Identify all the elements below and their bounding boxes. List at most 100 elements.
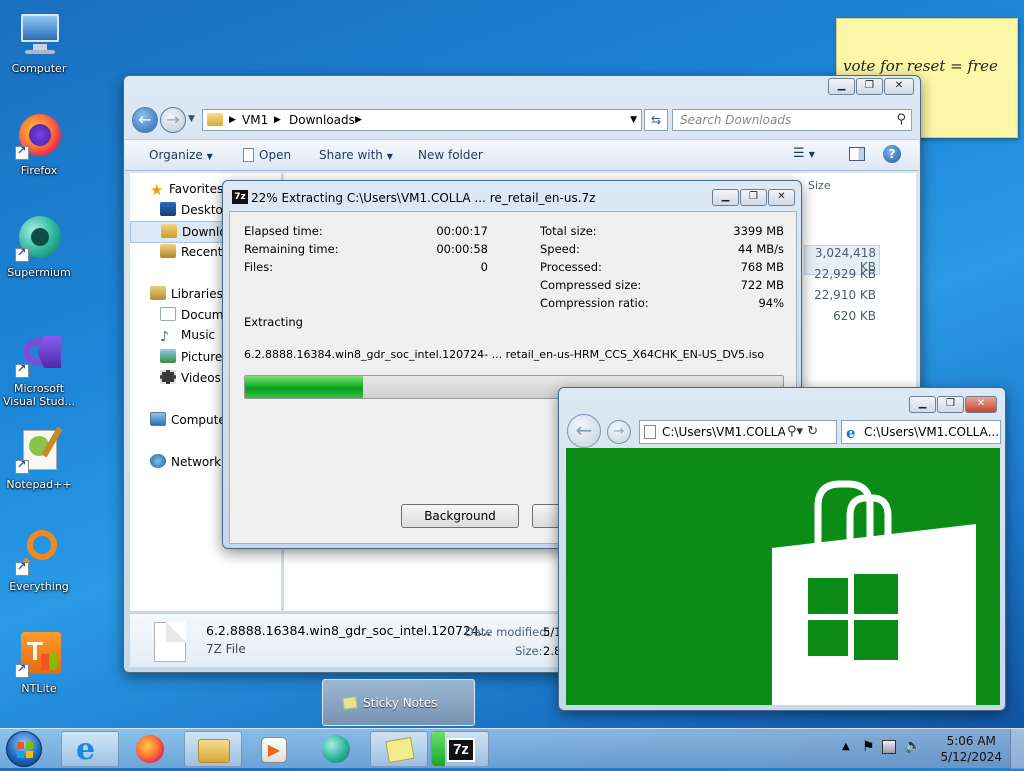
shortcut-arrow-icon xyxy=(15,144,29,160)
compression-ratio-label: Compression ratio: xyxy=(540,296,649,310)
help-icon[interactable]: ? xyxy=(883,145,901,163)
documents-icon xyxy=(160,307,176,321)
taskbar: e ▶ 7z ▲ ⚑ 🔈 5:06 AM 5/12/2024 xyxy=(0,728,1024,769)
column-header-size[interactable]: Size xyxy=(808,179,831,192)
open-button[interactable]: Open xyxy=(243,148,291,162)
refresh-icon[interactable]: ↻ xyxy=(807,424,818,439)
videos-icon xyxy=(160,370,176,384)
desktop-icon-supermium[interactable]: Supermium xyxy=(0,214,78,279)
maximize-button[interactable]: ❐ xyxy=(937,396,964,413)
desktop-icon-computer[interactable]: Computer xyxy=(0,10,78,75)
search-icon[interactable]: ⚲▾ ↻ xyxy=(785,424,835,439)
desktop-folder-icon xyxy=(160,202,176,216)
browser-tab[interactable]: e C:\Users\VM1.COLLA... xyxy=(841,420,1001,444)
taskbar-media-player[interactable]: ▶ xyxy=(245,731,303,767)
browser-address-text[interactable]: C:\Users\VM1.COLLAE xyxy=(662,425,793,439)
taskbar-supermium[interactable] xyxy=(307,731,365,767)
details-date-label: Date modified: xyxy=(465,625,551,639)
maximize-button[interactable]: ❐ xyxy=(740,189,767,206)
minimize-button[interactable]: ▁ xyxy=(828,78,855,95)
sticky-notes-icon xyxy=(385,736,415,764)
close-button[interactable]: ✕ xyxy=(884,78,914,95)
address-row: ← → ▼ ▶ VM1 ▶ Downloads ▶ ▼ ⇆ Search Dow… xyxy=(130,106,914,134)
nav-label: Music xyxy=(181,328,216,342)
forward-button[interactable]: → xyxy=(160,107,186,133)
nav-computer[interactable]: Compute xyxy=(150,412,226,427)
breadcrumb-separator[interactable]: ▶ xyxy=(274,115,281,125)
taskbar-thumbnail-sticky-notes[interactable]: Sticky Notes xyxy=(322,679,475,726)
maximize-button[interactable]: ❐ xyxy=(856,78,883,95)
share-with-button[interactable]: Share with ▼ xyxy=(319,148,393,162)
breadcrumb-downloads[interactable]: Downloads xyxy=(289,113,355,127)
system-clock[interactable]: 5:06 AM 5/12/2024 xyxy=(940,733,1002,765)
compressed-size-label: Compressed size: xyxy=(540,278,642,292)
desktop-icon-notepadpp[interactable]: Notepad++ xyxy=(0,426,78,491)
processed-label: Processed: xyxy=(540,260,602,274)
nav-desktop[interactable]: Desktop xyxy=(160,202,231,217)
current-file-name: 6.2.8888.16384.win8_gdr_soc_intel.120724… xyxy=(244,348,765,361)
nav-network[interactable]: Network xyxy=(150,454,221,469)
recent-pages-dropdown[interactable]: ▼ xyxy=(188,114,195,124)
breadcrumb-separator[interactable]: ▶ xyxy=(355,115,362,125)
address-dropdown-icon[interactable]: ▼ xyxy=(630,115,637,125)
notepadpp-icon xyxy=(15,426,63,474)
details-size-label: Size: xyxy=(515,644,543,658)
files-label: Files: xyxy=(244,260,274,274)
status-text: Extracting xyxy=(244,315,303,329)
background-button[interactable]: Background xyxy=(401,504,519,528)
start-button[interactable] xyxy=(6,731,42,767)
nav-pictures[interactable]: Pictures xyxy=(160,349,229,364)
browser-content[interactable] xyxy=(566,448,1000,705)
system-tray: ▲ ⚑ 🔈 5:06 AM 5/12/2024 xyxy=(834,729,1024,769)
ie-icon: e xyxy=(76,732,96,767)
close-button[interactable]: ✕ xyxy=(768,189,795,206)
taskbar-sticky-notes[interactable] xyxy=(370,731,428,767)
clock-date: 5/12/2024 xyxy=(940,750,1002,764)
breadcrumb-separator[interactable]: ▶ xyxy=(229,115,236,125)
browser-window[interactable]: ▁ ❐ ✕ ← → C:\Users\VM1.COLLAE ⚲▾ ↻ e C:\… xyxy=(558,387,1006,711)
new-folder-button[interactable]: New folder xyxy=(418,148,483,162)
taskbar-ie[interactable]: e xyxy=(61,731,119,767)
desktop-icon-visual-studio[interactable]: Microsoft Visual Stud... xyxy=(0,330,78,408)
sticky-note-text[interactable]: vote for reset = free xyxy=(843,57,998,75)
nav-music[interactable]: ♪ Music xyxy=(160,328,216,345)
windows-store-logo xyxy=(772,480,976,705)
address-bar[interactable]: ▶ VM1 ▶ Downloads ▶ ▼ xyxy=(202,109,642,131)
volume-muted-icon[interactable]: 🔈 xyxy=(904,738,921,754)
taskbar-explorer[interactable] xyxy=(184,731,242,767)
nav-label: Videos xyxy=(181,371,221,385)
remaining-label: Remaining time: xyxy=(244,242,339,256)
nav-favorites[interactable]: ★ Favorites xyxy=(150,181,224,199)
view-options-icon[interactable]: ☰ ▼ xyxy=(793,146,815,161)
desktop-icon-firefox[interactable]: Firefox xyxy=(0,112,78,177)
close-button[interactable]: ✕ xyxy=(965,396,997,413)
refresh-button[interactable]: ⇆ xyxy=(644,109,668,131)
nav-libraries[interactable]: Libraries xyxy=(150,286,223,301)
action-center-flag-icon[interactable]: ⚑ xyxy=(862,739,875,755)
search-placeholder: Search Downloads xyxy=(680,113,792,127)
minimize-button[interactable]: ▁ xyxy=(909,396,936,413)
desktop-icon-everything[interactable]: Everything xyxy=(0,528,78,593)
page-icon xyxy=(644,425,656,439)
computer-icon xyxy=(15,10,63,58)
back-button[interactable]: ← xyxy=(132,107,158,133)
nav-videos[interactable]: Videos xyxy=(160,370,221,385)
network-tray-icon[interactable] xyxy=(882,740,896,754)
breadcrumb-vm1[interactable]: VM1 xyxy=(242,113,268,127)
taskbar-firefox[interactable] xyxy=(122,731,180,767)
show-desktop-button[interactable] xyxy=(1010,729,1024,769)
minimize-button[interactable]: ▁ xyxy=(712,189,739,206)
nav-documents[interactable]: Docume xyxy=(160,307,231,322)
browser-back-button[interactable]: ← xyxy=(567,414,601,448)
desktop-icon-ntlite[interactable]: T NTLite xyxy=(0,630,78,695)
preview-pane-icon[interactable] xyxy=(849,147,865,161)
browser-forward-button[interactable]: → xyxy=(607,420,631,444)
organize-button[interactable]: Organize ▼ xyxy=(149,148,213,162)
nav-label: Favorites xyxy=(169,182,224,196)
show-hidden-icons-button[interactable]: ▲ xyxy=(842,741,850,752)
taskbar-7zip[interactable]: 7z xyxy=(431,731,489,767)
organize-label: Organize xyxy=(149,148,203,162)
search-input[interactable]: Search Downloads ⚲ xyxy=(672,109,912,131)
search-icon[interactable]: ⚲ xyxy=(896,112,906,127)
shortcut-arrow-icon xyxy=(15,560,29,576)
